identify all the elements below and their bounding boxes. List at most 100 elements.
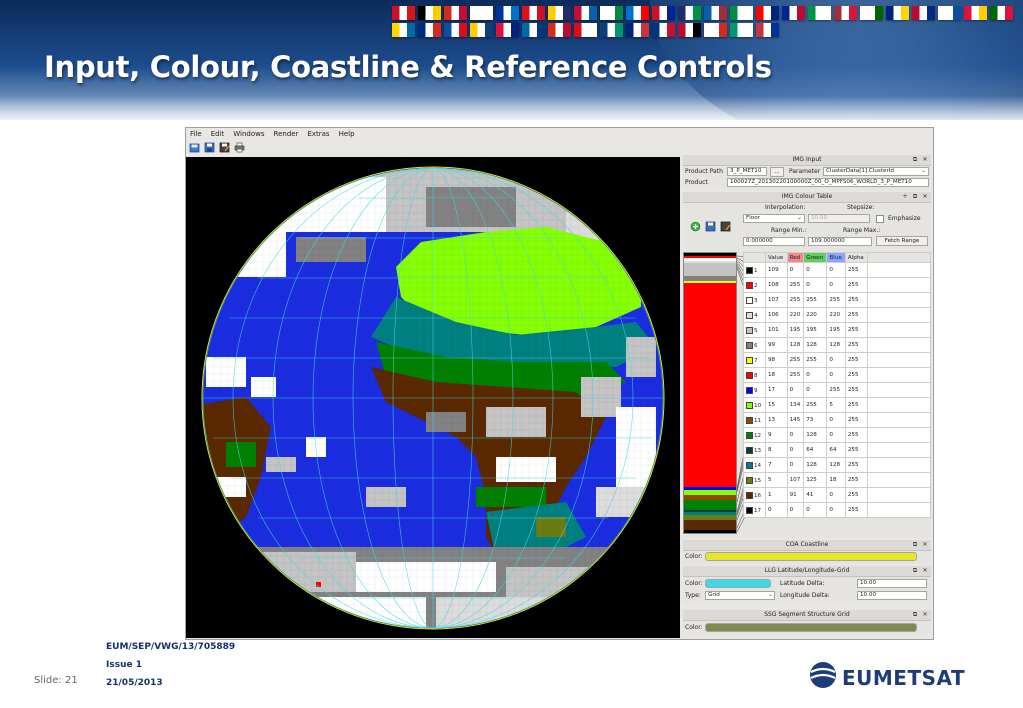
stepsize-field[interactable]: 10.00 [808,214,870,223]
table-row[interactable]: 6 99 128 128 128 255 [743,337,931,353]
red-cell[interactable]: 0 [786,382,805,398]
red-cell[interactable]: 255 [786,352,805,368]
value-cell[interactable]: 17 [765,382,788,398]
red-cell[interactable]: 0 [786,502,805,518]
value-cell[interactable]: 109 [765,262,788,278]
blue-cell[interactable]: 128 [826,337,846,353]
value-cell[interactable]: 9 [765,427,788,443]
parameter-select[interactable]: ClusterData[1].ClusterId [823,167,929,176]
alpha-cell[interactable]: 255 [844,262,869,278]
table-row[interactable]: 16 1 91 41 0 255 [743,487,931,503]
green-cell[interactable]: 64 [803,442,828,458]
latitude-delta-spinbox[interactable]: 10.00 [857,579,927,588]
blue-cell[interactable]: 0 [826,412,846,428]
close-icon[interactable]: ✕ [921,611,929,619]
table-row[interactable]: 12 9 0 128 0 255 [743,427,931,443]
float-icon[interactable]: ⧉ [911,541,919,549]
blue-cell[interactable]: 0 [826,487,846,503]
red-cell[interactable]: 0 [786,262,805,278]
close-icon[interactable]: ✕ [921,541,929,549]
longitude-delta-spinbox[interactable]: 10.00 [857,591,927,600]
red-cell[interactable]: 255 [786,277,805,293]
alpha-cell[interactable]: 255 [844,487,869,503]
save-as-icon[interactable] [218,141,230,153]
grid-color-button[interactable] [705,579,771,588]
earth-disk-render[interactable] [186,157,680,638]
green-cell[interactable]: 0 [803,277,828,293]
table-row[interactable]: 14 7 0 128 128 255 [743,457,931,473]
table-row[interactable]: 9 17 0 0 255 255 [743,382,931,398]
value-cell[interactable]: 15 [765,397,788,413]
red-cell[interactable]: 128 [786,337,805,353]
green-cell[interactable]: 41 [803,487,828,503]
alpha-cell[interactable]: 255 [844,382,869,398]
alpha-header[interactable]: Alpha [844,252,869,263]
interpolation-select[interactable]: Floor [743,214,805,223]
alpha-cell[interactable]: 255 [844,307,869,323]
green-cell[interactable]: 220 [803,307,828,323]
close-icon[interactable]: ✕ [921,156,929,164]
alpha-cell[interactable]: 255 [844,472,869,488]
green-cell[interactable]: 0 [803,502,828,518]
blue-cell[interactable]: 255 [826,382,846,398]
alpha-cell[interactable]: 255 [844,337,869,353]
menu-render[interactable]: Render [274,128,299,141]
open-icon[interactable] [188,141,200,153]
table-row[interactable]: 1 109 0 0 0 255 [743,262,931,278]
blue-cell[interactable]: 0 [826,502,846,518]
table-row[interactable]: 13 8 0 64 64 255 [743,442,931,458]
blue-cell[interactable]: 255 [826,292,846,308]
coastline-color-button[interactable] [705,552,917,561]
grid-type-select[interactable]: Grid [705,591,775,600]
ssg-color-button[interactable] [705,623,917,632]
float-icon[interactable]: ⧉ [911,193,919,201]
red-cell[interactable]: 255 [786,292,805,308]
map-viewport[interactable] [186,157,680,638]
blue-cell[interactable]: 0 [826,367,846,383]
value-cell[interactable]: 18 [765,367,788,383]
value-cell[interactable]: 7 [765,457,788,473]
blue-cell[interactable]: 220 [826,307,846,323]
alpha-cell[interactable]: 255 [844,442,869,458]
alpha-cell[interactable]: 255 [844,397,869,413]
value-header[interactable]: Value [765,252,788,263]
range-max-spinbox[interactable]: 109.000000 [808,237,872,246]
red-cell[interactable]: 195 [786,322,805,338]
green-cell[interactable]: 0 [803,367,828,383]
value-cell[interactable]: 5 [765,472,788,488]
alpha-cell[interactable]: 255 [844,367,869,383]
blue-cell[interactable]: 0 [826,262,846,278]
green-cell[interactable]: 73 [803,412,828,428]
save-as-icon[interactable] [719,220,731,232]
close-icon[interactable]: ✕ [921,193,929,201]
red-cell[interactable]: 145 [786,412,805,428]
red-header[interactable]: Red [786,252,805,263]
menu-windows[interactable]: Windows [233,128,264,141]
table-row[interactable]: 4 106 220 220 220 255 [743,307,931,323]
blue-cell[interactable]: 128 [826,457,846,473]
float-icon[interactable]: ⧉ [911,156,919,164]
print-icon[interactable] [233,141,245,153]
emphasize-checkbox[interactable] [876,215,884,223]
value-cell[interactable]: 108 [765,277,788,293]
red-cell[interactable]: 220 [786,307,805,323]
blue-cell[interactable]: 0 [826,427,846,443]
value-cell[interactable]: 106 [765,307,788,323]
blue-cell[interactable]: 64 [826,442,846,458]
alpha-cell[interactable]: 255 [844,322,869,338]
green-cell[interactable]: 255 [803,397,828,413]
red-cell[interactable]: 134 [786,397,805,413]
menu-edit[interactable]: Edit [211,128,225,141]
green-cell[interactable]: 0 [803,262,828,278]
green-cell[interactable]: 128 [803,427,828,443]
green-cell[interactable]: 255 [803,352,828,368]
table-row[interactable]: 8 18 255 0 0 255 [743,367,931,383]
save-icon[interactable] [203,141,215,153]
value-cell[interactable]: 13 [765,412,788,428]
value-cell[interactable]: 101 [765,322,788,338]
table-row[interactable]: 15 5 107 125 18 255 [743,472,931,488]
table-row[interactable]: 7 98 255 255 0 255 [743,352,931,368]
value-cell[interactable]: 0 [765,502,788,518]
product-path-field[interactable]: 3_P_MET10 [727,167,767,176]
menu-help[interactable]: Help [339,128,355,141]
